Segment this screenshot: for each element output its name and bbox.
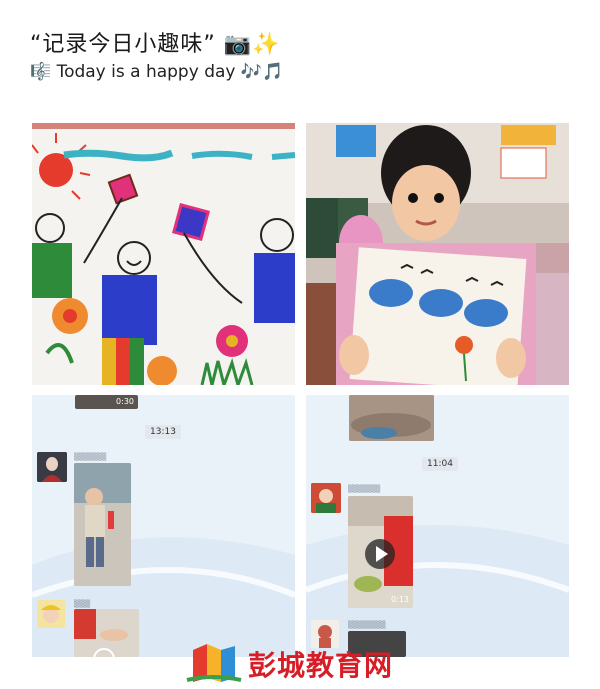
girl-with-drawing-photo[interactable] xyxy=(306,123,569,385)
camera-sparkle-emoji: 📷✨ xyxy=(223,32,281,57)
video-message-top[interactable]: 0:30 xyxy=(75,395,138,409)
video-thumbnail-3 xyxy=(348,496,413,608)
video-message-hands[interactable] xyxy=(74,609,139,657)
post-subtitle-text: Today is a happy day xyxy=(56,62,236,82)
watermark-text: 彭城教育网 xyxy=(248,649,394,682)
photo-message-top[interactable] xyxy=(349,395,434,441)
post-subtitle: 🎼 Today is a happy day 🎶🎵 xyxy=(30,62,283,82)
avatar-image-3 xyxy=(311,483,341,513)
video-message-drawing[interactable]: 0:13 xyxy=(348,496,413,608)
photo-grid: 0:30 13:13 ▒▒▒▒▒▒ ▒▒▒ 11:04 ▒▒▒▒▒▒ 0:13 … xyxy=(32,123,569,657)
sender-name-blurred-2: ▒▒▒ xyxy=(74,600,91,608)
chat-screenshot-left[interactable]: 0:30 13:13 ▒▒▒▒▒▒ ▒▒▒ xyxy=(32,395,295,657)
post-title-text: “记录今日小趣味” xyxy=(30,32,216,57)
sender-name-blurred-4: ▒▒▒▒▒▒▒ xyxy=(348,621,386,629)
video-duration-label: 0:30 xyxy=(116,397,134,406)
avatar-image xyxy=(37,452,67,482)
sender-avatar-3[interactable] xyxy=(311,483,341,513)
photo-thumbnail xyxy=(349,395,434,441)
sender-name-blurred: ▒▒▒▒▒▒ xyxy=(74,453,107,461)
drawing-illustration xyxy=(32,123,295,385)
music-score-icon: 🎼 xyxy=(30,62,52,82)
sender-avatar-2[interactable] xyxy=(37,600,65,628)
chat-timestamp: 13:13 xyxy=(145,425,181,439)
music-notes-emoji: 🎶🎵 xyxy=(240,62,284,82)
post-title: “记录今日小趣味” 📷✨ xyxy=(30,26,281,58)
sender-avatar[interactable] xyxy=(37,452,67,482)
video-thumbnail xyxy=(74,463,131,586)
video-message-child[interactable] xyxy=(74,463,131,586)
chat-screenshot-right[interactable]: 11:04 ▒▒▒▒▒▒ 0:13 ▒▒▒▒▒▒▒ xyxy=(306,395,569,657)
drawing-photo[interactable] xyxy=(32,123,295,385)
chat-background-2 xyxy=(306,395,569,657)
sender-name-blurred-3: ▒▒▒▒▒▒ xyxy=(348,485,381,493)
girl-illustration xyxy=(306,123,569,385)
video-thumbnail-2 xyxy=(74,609,139,657)
video-duration-label-2: 0:13 xyxy=(391,595,409,604)
avatar-image-2 xyxy=(37,600,65,628)
chat-timestamp-2: 11:04 xyxy=(422,457,458,471)
